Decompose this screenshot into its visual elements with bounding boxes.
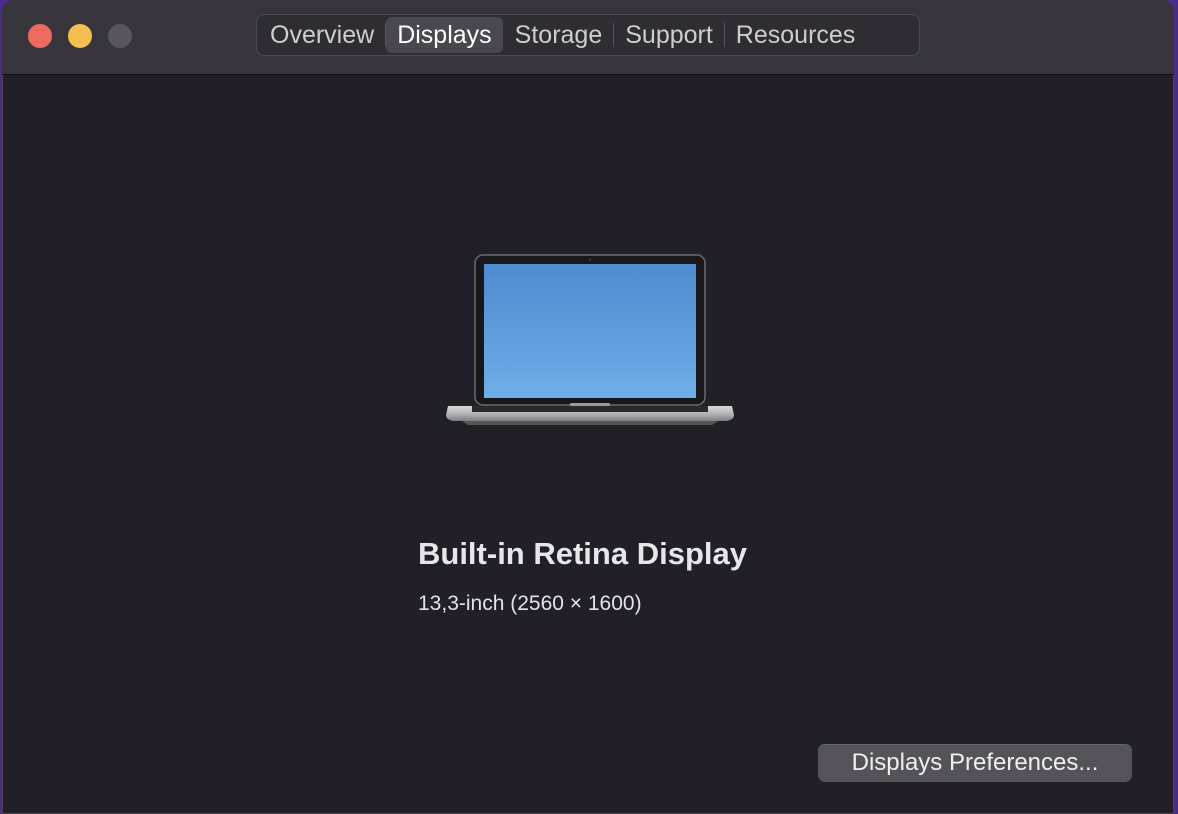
tab-resources[interactable]: Resources bbox=[725, 17, 867, 53]
tab-overview[interactable]: Overview bbox=[259, 17, 385, 53]
display-details: 13,3-inch (2560 × 1600) bbox=[418, 592, 642, 615]
zoom-button bbox=[108, 24, 132, 48]
minimize-button[interactable] bbox=[68, 24, 92, 48]
titlebar: Overview Displays Storage Support Resour… bbox=[2, 0, 1174, 75]
about-this-mac-window: Overview Displays Storage Support Resour… bbox=[2, 0, 1174, 814]
tab-displays[interactable]: Displays bbox=[386, 17, 503, 53]
displays-preferences-button[interactable]: Displays Preferences... bbox=[818, 744, 1132, 782]
macbook-laptop-icon bbox=[442, 254, 738, 430]
display-name: Built-in Retina Display bbox=[418, 536, 747, 571]
tab-support[interactable]: Support bbox=[614, 17, 724, 53]
tab-storage[interactable]: Storage bbox=[504, 17, 614, 53]
close-button[interactable] bbox=[28, 24, 52, 48]
tab-bar: Overview Displays Storage Support Resour… bbox=[256, 14, 920, 56]
